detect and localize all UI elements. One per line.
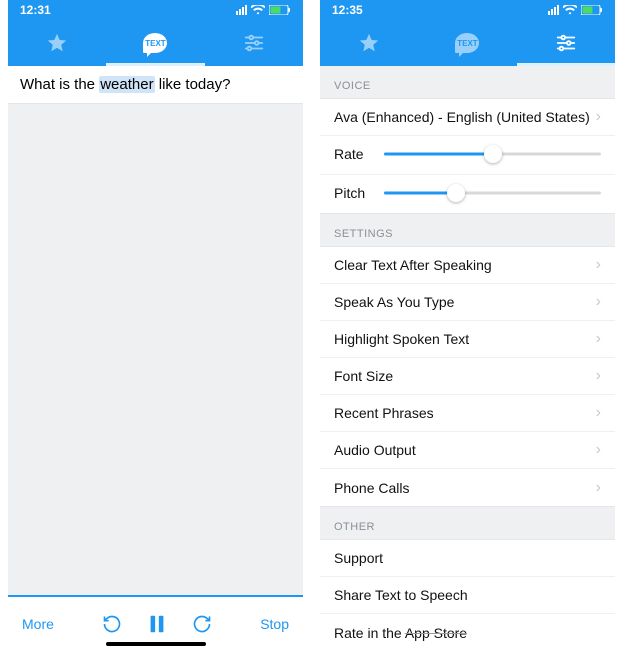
text-bubble-icon: TEXT bbox=[455, 33, 479, 53]
row-label: Audio Output bbox=[334, 442, 416, 458]
settings-row[interactable]: Speak As You Type › bbox=[320, 284, 615, 321]
row-label: Clear Text After Speaking bbox=[334, 257, 492, 273]
cellular-icon bbox=[236, 5, 247, 15]
chevron-right-icon: › bbox=[596, 294, 601, 310]
row-label: Rate in the App Store bbox=[334, 625, 467, 641]
stop-button[interactable]: Stop bbox=[260, 616, 289, 632]
more-button[interactable]: More bbox=[22, 616, 54, 632]
tab-favorites[interactable] bbox=[320, 20, 418, 66]
tab-underline bbox=[106, 63, 204, 66]
pause-button[interactable] bbox=[146, 613, 168, 635]
chevron-right-icon: › bbox=[596, 442, 601, 458]
sentence-post: like today? bbox=[155, 76, 231, 93]
settings-row[interactable]: Font Size › bbox=[320, 358, 615, 395]
pitch-slider-row: Pitch bbox=[320, 175, 615, 213]
text-bubble-label: TEXT bbox=[457, 39, 477, 48]
rate-slider[interactable] bbox=[384, 144, 601, 164]
slider-thumb[interactable] bbox=[484, 145, 502, 163]
row-label: Highlight Spoken Text bbox=[334, 331, 469, 347]
highlighted-word: weather bbox=[99, 76, 154, 93]
top-tabbar: TEXT bbox=[8, 20, 303, 66]
home-indicator-left bbox=[106, 642, 206, 646]
tab-text[interactable]: TEXT bbox=[418, 20, 516, 66]
settings-row[interactable]: Highlight Spoken Text › bbox=[320, 321, 615, 358]
sentence-area[interactable]: What is the weather like today? bbox=[8, 66, 303, 104]
row-label: Speak As You Type bbox=[334, 294, 454, 310]
rate-slider-row: Rate bbox=[320, 136, 615, 175]
settings-row[interactable]: Audio Output › bbox=[320, 432, 615, 469]
star-icon bbox=[46, 32, 68, 54]
status-bar: 12:31 bbox=[8, 0, 303, 20]
other-row[interactable]: Support bbox=[320, 540, 615, 577]
section-header-settings: SETTINGS bbox=[320, 214, 615, 246]
slider-fill bbox=[384, 153, 493, 156]
chevron-right-icon: › bbox=[596, 109, 601, 125]
slider-thumb[interactable] bbox=[447, 184, 465, 202]
chevron-right-icon: › bbox=[596, 368, 601, 384]
settings-row[interactable]: Recent Phrases › bbox=[320, 395, 615, 432]
row-label: Share Text to Speech bbox=[334, 587, 468, 603]
sliders-icon bbox=[243, 32, 265, 54]
pitch-label: Pitch bbox=[334, 185, 374, 201]
text-bubble-label: TEXT bbox=[145, 39, 165, 48]
wifi-icon bbox=[563, 5, 577, 15]
tab-favorites[interactable] bbox=[8, 20, 106, 66]
status-bar: 12:35 bbox=[320, 0, 615, 20]
forward-icon bbox=[192, 614, 212, 634]
chevron-right-icon: › bbox=[596, 257, 601, 273]
rate-label: Rate bbox=[334, 146, 374, 162]
settings-row[interactable]: Clear Text After Speaking › bbox=[320, 247, 615, 284]
tab-settings[interactable] bbox=[205, 20, 303, 66]
voice-name: Ava (Enhanced) - English (United States) bbox=[334, 109, 590, 125]
tab-settings[interactable] bbox=[517, 20, 615, 66]
rate-app-row[interactable]: Rate in the App Store bbox=[320, 614, 615, 650]
rewind-icon bbox=[102, 614, 122, 634]
pitch-slider[interactable] bbox=[384, 183, 601, 203]
section-header-other: OTHER bbox=[320, 507, 615, 539]
clock: 12:35 bbox=[332, 3, 363, 17]
voice-row[interactable]: Ava (Enhanced) - English (United States)… bbox=[320, 99, 615, 136]
settings-group: Clear Text After Speaking›Speak As You T… bbox=[320, 246, 615, 507]
sentence-pre: What is the bbox=[20, 76, 99, 93]
tab-text[interactable]: TEXT bbox=[106, 20, 204, 66]
sliders-icon bbox=[555, 32, 577, 54]
settings-row[interactable]: Phone Calls › bbox=[320, 469, 615, 506]
pause-icon bbox=[146, 613, 168, 635]
chevron-right-icon: › bbox=[596, 405, 601, 421]
forward-button[interactable] bbox=[192, 614, 212, 634]
star-icon bbox=[358, 32, 380, 54]
voice-group: Ava (Enhanced) - English (United States)… bbox=[320, 98, 615, 214]
row-label: Support bbox=[334, 550, 383, 566]
row-label: Phone Calls bbox=[334, 480, 410, 496]
phone-settings-screen: 12:35 TEXT VOICE bbox=[320, 0, 615, 650]
row-label: Recent Phrases bbox=[334, 405, 434, 421]
wifi-icon bbox=[251, 5, 265, 15]
chevron-right-icon: › bbox=[596, 331, 601, 347]
row-label: Font Size bbox=[334, 368, 393, 384]
other-group: Support Share Text to Speech Rate in the A… bbox=[320, 539, 615, 650]
chevron-right-icon: › bbox=[596, 480, 601, 496]
clock: 12:31 bbox=[20, 3, 51, 17]
battery-icon bbox=[269, 5, 291, 15]
section-header-voice: VOICE bbox=[320, 66, 615, 98]
tab-underline bbox=[517, 63, 615, 66]
status-icons bbox=[236, 5, 291, 15]
other-row[interactable]: Share Text to Speech bbox=[320, 577, 615, 614]
rewind-button[interactable] bbox=[102, 614, 122, 634]
phone-text-screen: 12:31 TEXT What is the weather li bbox=[8, 0, 303, 650]
settings-scroll[interactable]: VOICE Ava (Enhanced) - English (United S… bbox=[320, 66, 615, 650]
status-icons bbox=[548, 5, 603, 15]
cellular-icon bbox=[548, 5, 559, 15]
battery-icon bbox=[581, 5, 603, 15]
top-tabbar: TEXT bbox=[320, 20, 615, 66]
empty-body bbox=[8, 104, 303, 595]
text-bubble-icon: TEXT bbox=[143, 33, 167, 53]
slider-fill bbox=[384, 192, 456, 195]
